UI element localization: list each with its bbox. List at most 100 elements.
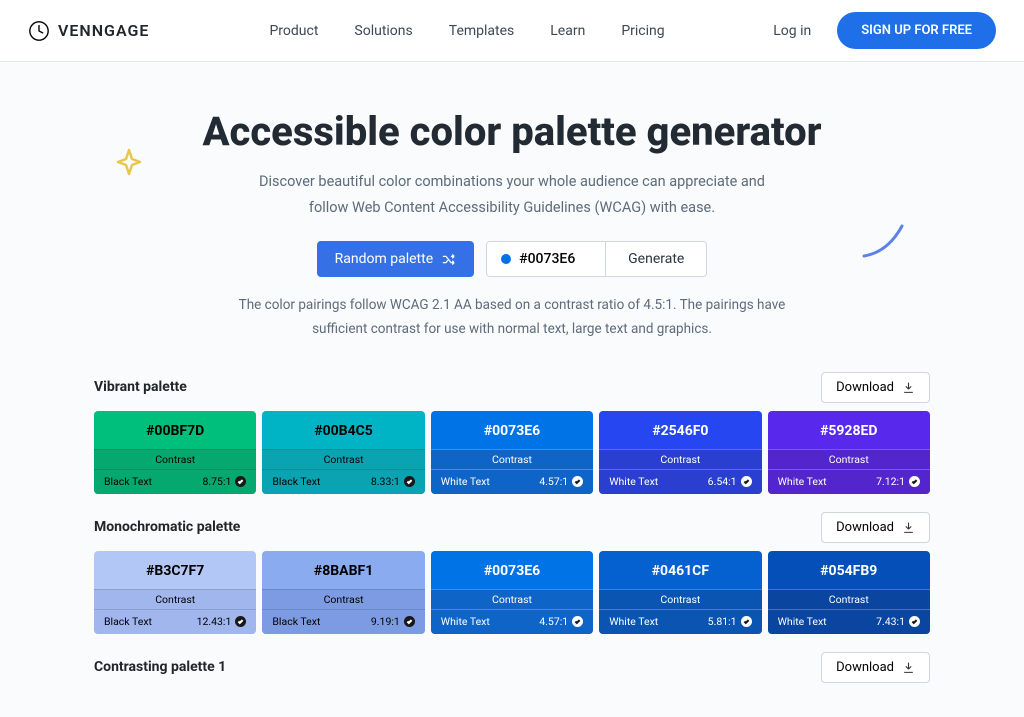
swatch-hex: #8BABF1 bbox=[262, 551, 424, 589]
swatch-row: #00BF7D Contrast Black Text 8.75:1 #00B4… bbox=[94, 411, 930, 494]
swatch-text-type: White Text bbox=[441, 475, 490, 488]
color-swatch[interactable]: #00BF7D Contrast Black Text 8.75:1 bbox=[94, 411, 256, 494]
swatch-ratio: 6.54:1 bbox=[708, 475, 737, 488]
swatch-row: #B3C7F7 Contrast Black Text 12.43:1 #8BA… bbox=[94, 551, 930, 634]
nav-solutions[interactable]: Solutions bbox=[354, 23, 412, 39]
swatch-hex: #0461CF bbox=[599, 551, 761, 589]
swatch-text-type: Black Text bbox=[272, 475, 320, 488]
download-icon bbox=[902, 521, 915, 534]
swatch-text-type: White Text bbox=[609, 475, 658, 488]
swatch-contrast-label: Contrast bbox=[431, 449, 593, 470]
check-icon bbox=[741, 476, 752, 487]
swatch-hex: #2546F0 bbox=[599, 411, 761, 449]
nav-templates[interactable]: Templates bbox=[449, 23, 515, 39]
download-button[interactable]: Download bbox=[821, 372, 930, 403]
random-palette-button[interactable]: Random palette bbox=[317, 241, 475, 277]
swatch-contrast-label: Contrast bbox=[599, 449, 761, 470]
palette-section: Contrasting palette 1 Download bbox=[94, 652, 930, 683]
sparkle-icon bbox=[116, 148, 142, 182]
palette-title: Monochromatic palette bbox=[94, 519, 240, 535]
download-icon bbox=[902, 661, 915, 674]
nav-pricing[interactable]: Pricing bbox=[621, 23, 664, 39]
swatch-text-type: Black Text bbox=[104, 475, 152, 488]
swatch-contrast-label: Contrast bbox=[768, 589, 930, 610]
header-right: Log in SIGN UP FOR FREE bbox=[773, 12, 996, 49]
swatch-ratio: 7.43:1 bbox=[876, 615, 905, 628]
check-icon bbox=[404, 476, 415, 487]
hero: Accessible color palette generator Disco… bbox=[0, 62, 1024, 350]
main-nav: Product Solutions Templates Learn Pricin… bbox=[269, 23, 664, 39]
generate-button[interactable]: Generate bbox=[605, 242, 706, 276]
swatch-text-type: White Text bbox=[778, 475, 827, 488]
swatch-hex: #00B4C5 bbox=[262, 411, 424, 449]
color-swatch[interactable]: #8BABF1 Contrast Black Text 9.19:1 bbox=[262, 551, 424, 634]
color-preview-dot bbox=[501, 254, 511, 264]
nav-product[interactable]: Product bbox=[269, 23, 318, 39]
swatch-ratio: 8.33:1 bbox=[371, 475, 400, 488]
wcag-note: The color pairings follow WCAG 2.1 AA ba… bbox=[212, 293, 812, 342]
download-button[interactable]: Download bbox=[821, 512, 930, 543]
color-swatch[interactable]: #5928ED Contrast White Text 7.12:1 bbox=[768, 411, 930, 494]
swatch-contrast-label: Contrast bbox=[94, 449, 256, 470]
login-link[interactable]: Log in bbox=[773, 23, 811, 39]
palettes-container: Vibrant palette Download #00BF7D Contras… bbox=[0, 350, 1024, 717]
swatch-hex: #0073E6 bbox=[431, 551, 593, 589]
color-swatch[interactable]: #0073E6 Contrast White Text 4.57:1 bbox=[431, 411, 593, 494]
swatch-ratio: 12.43:1 bbox=[197, 615, 232, 628]
swatch-contrast-label: Contrast bbox=[599, 589, 761, 610]
page-subtitle: Discover beautiful color combinations yo… bbox=[232, 169, 792, 221]
hex-input[interactable] bbox=[519, 251, 591, 267]
swatch-text-type: White Text bbox=[609, 615, 658, 628]
nav-learn[interactable]: Learn bbox=[550, 23, 585, 39]
color-swatch[interactable]: #B3C7F7 Contrast Black Text 12.43:1 bbox=[94, 551, 256, 634]
swatch-hex: #00BF7D bbox=[94, 411, 256, 449]
palette-title: Contrasting palette 1 bbox=[94, 659, 226, 675]
palette-section: Vibrant palette Download #00BF7D Contras… bbox=[94, 372, 930, 494]
color-swatch[interactable]: #054FB9 Contrast White Text 7.43:1 bbox=[768, 551, 930, 634]
check-icon bbox=[572, 616, 583, 627]
download-button[interactable]: Download bbox=[821, 652, 930, 683]
swatch-contrast-label: Contrast bbox=[262, 449, 424, 470]
swatch-text-type: Black Text bbox=[104, 615, 152, 628]
swoosh-icon bbox=[858, 222, 908, 262]
swatch-contrast-label: Contrast bbox=[94, 589, 256, 610]
swatch-ratio: 8.75:1 bbox=[202, 475, 231, 488]
check-icon bbox=[909, 616, 920, 627]
color-swatch[interactable]: #0461CF Contrast White Text 5.81:1 bbox=[599, 551, 761, 634]
hex-input-group: Generate bbox=[486, 241, 707, 277]
brand-logo[interactable]: VENNGAGE bbox=[28, 20, 149, 42]
palette-section: Monochromatic palette Download #B3C7F7 C… bbox=[94, 512, 930, 634]
palette-title: Vibrant palette bbox=[94, 379, 187, 395]
swatch-ratio: 9.19:1 bbox=[371, 615, 400, 628]
swatch-hex: #054FB9 bbox=[768, 551, 930, 589]
swatch-hex: #0073E6 bbox=[431, 411, 593, 449]
check-icon bbox=[741, 616, 752, 627]
shuffle-icon bbox=[441, 252, 456, 267]
logo-icon bbox=[28, 20, 50, 42]
swatch-ratio: 5.81:1 bbox=[708, 615, 737, 628]
brand-name: VENNGAGE bbox=[58, 21, 149, 40]
signup-button[interactable]: SIGN UP FOR FREE bbox=[837, 12, 996, 49]
download-icon bbox=[902, 381, 915, 394]
swatch-text-type: White Text bbox=[778, 615, 827, 628]
swatch-ratio: 4.57:1 bbox=[539, 475, 568, 488]
swatch-hex: #B3C7F7 bbox=[94, 551, 256, 589]
swatch-contrast-label: Contrast bbox=[262, 589, 424, 610]
swatch-hex: #5928ED bbox=[768, 411, 930, 449]
header: VENNGAGE Product Solutions Templates Lea… bbox=[0, 0, 1024, 62]
swatch-text-type: Black Text bbox=[272, 615, 320, 628]
swatch-ratio: 4.57:1 bbox=[539, 615, 568, 628]
check-icon bbox=[404, 616, 415, 627]
page-title: Accessible color palette generator bbox=[0, 108, 1024, 155]
swatch-contrast-label: Contrast bbox=[431, 589, 593, 610]
check-icon bbox=[235, 476, 246, 487]
hex-input-wrapper bbox=[487, 242, 605, 276]
color-swatch[interactable]: #2546F0 Contrast White Text 6.54:1 bbox=[599, 411, 761, 494]
color-swatch[interactable]: #00B4C5 Contrast Black Text 8.33:1 bbox=[262, 411, 424, 494]
swatch-contrast-label: Contrast bbox=[768, 449, 930, 470]
color-swatch[interactable]: #0073E6 Contrast White Text 4.57:1 bbox=[431, 551, 593, 634]
swatch-ratio: 7.12:1 bbox=[876, 475, 905, 488]
swatch-text-type: White Text bbox=[441, 615, 490, 628]
check-icon bbox=[909, 476, 920, 487]
check-icon bbox=[235, 616, 246, 627]
